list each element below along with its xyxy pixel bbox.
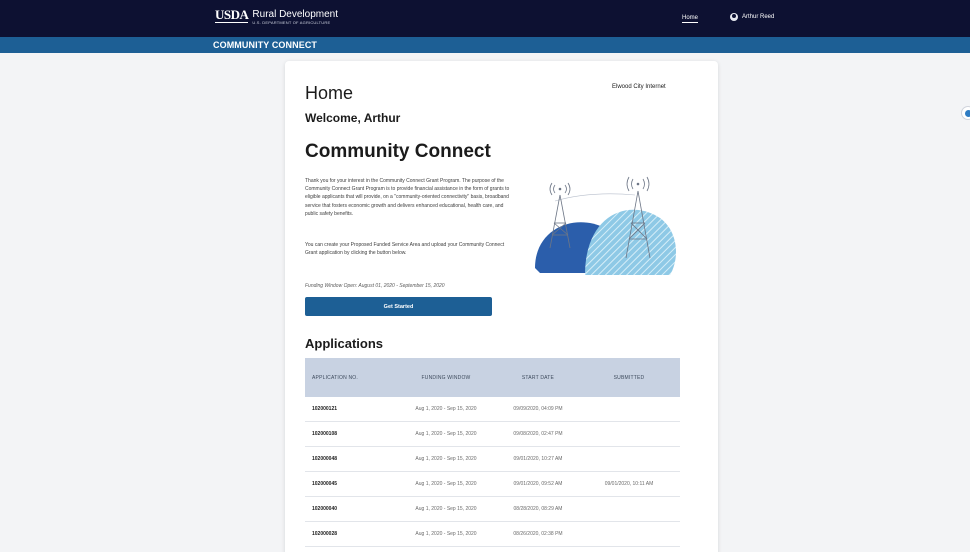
start-date-cell: 09/09/2020, 04:09 PM — [513, 406, 563, 412]
program-title: Community Connect — [305, 141, 491, 162]
column-header-application-no[interactable]: APPLICATION NO. — [305, 375, 400, 381]
start-date-cell: 09/08/2020, 02:47 PM — [513, 431, 563, 437]
table-row[interactable]: 102000028 Aug 1, 2020 - Sep 15, 2020 08/… — [305, 522, 680, 547]
application-number[interactable]: 102000040 — [305, 506, 400, 512]
help-globe-icon[interactable] — [961, 106, 970, 120]
funding-window-text: Funding Window Open: August 01, 2020 - S… — [305, 283, 445, 289]
program-banner-title: COMMUNITY CONNECT — [213, 40, 318, 50]
start-date-cell: 08/26/2020, 02:38 PM — [513, 531, 563, 537]
hatched-hill-shape — [585, 209, 676, 275]
usda-logo-mark: USDA — [215, 7, 249, 23]
funding-window-cell: Aug 1, 2020 - Sep 15, 2020 — [415, 506, 477, 512]
top-navigation-bar: USDA Rural Development U.S. DEPARTMENT O… — [0, 0, 970, 37]
nav-link-home[interactable]: Home — [682, 15, 699, 23]
applications-table: APPLICATION NO. FUNDING WINDOW START DAT… — [305, 358, 680, 547]
application-number[interactable]: 102000028 — [305, 531, 400, 537]
page-title: Home — [305, 83, 354, 103]
applications-title: Applications — [305, 336, 384, 351]
funding-window-cell: Aug 1, 2020 - Sep 15, 2020 — [415, 456, 477, 462]
program-banner: COMMUNITY CONNECT — [0, 37, 970, 53]
table-header: APPLICATION NO. FUNDING WINDOW START DAT… — [305, 358, 680, 397]
organization-name: Elwood City Internet — [612, 84, 666, 90]
user-name: Arthur Reed — [742, 14, 775, 20]
application-number[interactable]: 102000048 — [305, 456, 400, 462]
program-description: Thank you for your interest in the Commu… — [305, 178, 510, 217]
funding-window-cell: Aug 1, 2020 - Sep 15, 2020 — [415, 406, 477, 412]
column-header-start-date[interactable]: START DATE — [492, 375, 584, 381]
home-card: Elwood City Internet Home Welcome, Arthu… — [285, 61, 718, 552]
get-started-button[interactable]: Get Started — [305, 297, 492, 316]
application-number[interactable]: 102000045 — [305, 481, 400, 487]
table-row[interactable]: 102000048 Aug 1, 2020 - Sep 15, 2020 09/… — [305, 447, 680, 472]
column-header-funding-window[interactable]: FUNDING WINDOW — [400, 375, 492, 381]
application-number[interactable]: 102000108 — [305, 431, 400, 437]
user-circle-icon — [730, 13, 738, 21]
start-date-cell: 08/28/2020, 08:29 AM — [513, 506, 563, 512]
broadband-towers-illustration — [535, 176, 676, 275]
funding-window-cell: Aug 1, 2020 - Sep 15, 2020 — [415, 481, 477, 487]
brand-text: Rural Development U.S. DEPARTMENT OF AGR… — [252, 9, 338, 26]
usda-rural-development-logo[interactable]: USDA Rural Development U.S. DEPARTMENT O… — [215, 7, 338, 26]
brand-title: Rural Development — [252, 9, 339, 20]
table-row[interactable]: 102000108 Aug 1, 2020 - Sep 15, 2020 09/… — [305, 422, 680, 447]
application-number[interactable]: 102000121 — [305, 406, 400, 412]
brand-subtitle: U.S. DEPARTMENT OF AGRICULTURE — [252, 20, 331, 25]
table-row[interactable]: 102000040 Aug 1, 2020 - Sep 15, 2020 08/… — [305, 497, 680, 522]
funding-window-cell: Aug 1, 2020 - Sep 15, 2020 — [415, 431, 477, 437]
start-date-cell: 09/01/2020, 10:27 AM — [513, 456, 563, 462]
program-instructions: You can create your Proposed Funded Serv… — [305, 242, 505, 257]
submitted-cell: 09/01/2020, 10:11 AM — [604, 481, 654, 487]
table-row[interactable]: 102000121 Aug 1, 2020 - Sep 15, 2020 09/… — [305, 397, 680, 422]
welcome-message: Welcome, Arthur — [305, 111, 401, 125]
column-header-submitted[interactable]: SUBMITTED — [584, 375, 674, 381]
funding-window-cell: Aug 1, 2020 - Sep 15, 2020 — [415, 531, 477, 537]
start-date-cell: 09/01/2020, 09:52 AM — [513, 481, 563, 487]
user-menu[interactable]: Arthur Reed — [730, 13, 774, 21]
table-row[interactable]: 102000045 Aug 1, 2020 - Sep 15, 2020 09/… — [305, 472, 680, 497]
